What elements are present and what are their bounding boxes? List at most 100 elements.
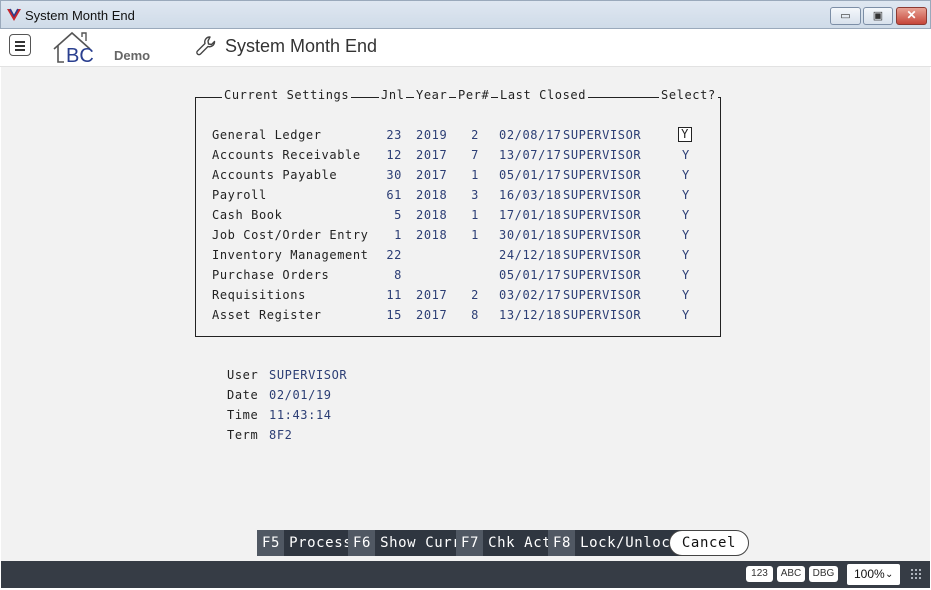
period-number: 1 [471, 168, 479, 182]
zoom-value: 100% [854, 567, 885, 581]
journal-number: 23 [386, 128, 402, 142]
f7-chk-act-button[interactable]: F7 Chk Act [456, 530, 558, 556]
term-label: Term [227, 428, 259, 442]
select-field[interactable]: Y [682, 167, 690, 183]
header-select: Select? [659, 88, 718, 102]
header-last-closed: Last Closed [498, 88, 589, 102]
module-name: Requisitions [212, 288, 306, 302]
period-number: 1 [471, 208, 479, 222]
last-closed-user: SUPERVISOR [563, 268, 642, 282]
title-bar: System Month End ▭ ▣ ✕ [0, 0, 931, 29]
select-field[interactable]: Y [682, 147, 690, 163]
year-value: 2019 [416, 128, 448, 142]
close-button[interactable]: ✕ [896, 7, 927, 25]
last-closed-user: SUPERVISOR [563, 228, 642, 242]
period-number: 2 [471, 128, 479, 142]
f6-label: Show Curr [380, 535, 462, 551]
cancel-button[interactable]: Cancel [669, 530, 749, 556]
header-current-settings: Current Settings [222, 88, 352, 102]
select-field[interactable]: Y [682, 247, 690, 263]
f6-key: F6 [348, 530, 376, 556]
last-closed-date: 16/03/18 [499, 188, 562, 202]
last-closed-date: 02/08/17 [499, 128, 562, 142]
year-value: 2017 [416, 288, 448, 302]
period-number: 3 [471, 188, 479, 202]
maximize-button[interactable]: ▣ [863, 7, 893, 25]
term-value: 8F2 [269, 428, 293, 442]
journal-number: 61 [386, 188, 402, 202]
f7-key: F7 [456, 530, 484, 556]
year-value: 2018 [416, 188, 448, 202]
module-name: Asset Register [212, 308, 322, 322]
wrench-icon [196, 36, 216, 56]
select-field[interactable]: Y [682, 287, 690, 303]
module-name: Purchase Orders [212, 268, 330, 282]
period-number: 2 [471, 288, 479, 302]
select-field[interactable]: Y [678, 127, 692, 142]
f7-label: Chk Act [488, 535, 552, 551]
journal-number: 1 [394, 228, 402, 242]
last-closed-date: 13/07/17 [499, 148, 562, 162]
period-number: 7 [471, 148, 479, 162]
module-name: Accounts Payable [212, 168, 338, 182]
last-closed-user: SUPERVISOR [563, 128, 642, 142]
chevron-down-icon: ⌄ [885, 569, 894, 580]
app-header: BC Demo System Month End [0, 29, 931, 67]
minimize-icon: ▭ [840, 10, 851, 22]
module-name: Accounts Receivable [212, 148, 361, 162]
resize-grip-icon[interactable] [911, 569, 921, 579]
select-field[interactable]: Y [682, 307, 690, 323]
last-closed-date: 03/02/17 [499, 288, 562, 302]
last-closed-date: 05/01/17 [499, 268, 562, 282]
journal-number: 11 [386, 288, 402, 302]
f5-key: F5 [257, 530, 285, 556]
select-field[interactable]: Y [682, 227, 690, 243]
status-bar: 123 ABC DBG 100% ⌄ [1, 561, 930, 588]
journal-number: 8 [394, 268, 402, 282]
select-field[interactable]: Y [682, 187, 690, 203]
select-field[interactable]: Y [682, 267, 690, 283]
period-number: 1 [471, 228, 479, 242]
f8-key: F8 [548, 530, 576, 556]
logo-text: BC [66, 45, 94, 65]
time-label: Time [227, 408, 259, 422]
select-field[interactable]: Y [682, 207, 690, 223]
minimize-button[interactable]: ▭ [830, 7, 861, 25]
date-value: 02/01/19 [269, 388, 332, 402]
zoom-select[interactable]: 100% ⌄ [847, 564, 900, 585]
numeric-mode-badge[interactable]: 123 [746, 566, 773, 582]
user-value: SUPERVISOR [269, 368, 348, 382]
alpha-mode-badge[interactable]: ABC [777, 566, 805, 582]
last-closed-date: 05/01/17 [499, 168, 562, 182]
journal-number: 12 [386, 148, 402, 162]
last-closed-date: 24/12/18 [499, 248, 562, 262]
last-closed-user: SUPERVISOR [563, 148, 642, 162]
last-closed-user: SUPERVISOR [563, 208, 642, 222]
year-value: 2017 [416, 168, 448, 182]
module-name: Cash Book [212, 208, 283, 222]
journal-number: 5 [394, 208, 402, 222]
content-area: Current Settings Jnl Year Per# Last Clos… [1, 67, 930, 561]
last-closed-date: 13/12/18 [499, 308, 562, 322]
debug-mode-badge[interactable]: DBG [809, 566, 838, 582]
last-closed-user: SUPERVISOR [563, 308, 642, 322]
journal-number: 15 [386, 308, 402, 322]
year-value: 2018 [416, 208, 448, 222]
f8-lock-unlock-button[interactable]: F8 Lock/Unlock [548, 530, 686, 556]
company-logo: BC [53, 31, 94, 65]
module-name: General Ledger [212, 128, 322, 142]
f6-show-curr-button[interactable]: F6 Show Curr [348, 530, 468, 556]
last-closed-date: 17/01/18 [499, 208, 562, 222]
last-closed-user: SUPERVISOR [563, 248, 642, 262]
menu-icon [15, 41, 25, 43]
time-value: 11:43:14 [269, 408, 332, 422]
f5-process-button[interactable]: F5 Process [257, 530, 359, 556]
page-title: System Month End [225, 36, 378, 56]
module-name: Job Cost/Order Entry [212, 228, 369, 242]
journal-number: 30 [386, 168, 402, 182]
module-name: Payroll [212, 188, 267, 202]
last-closed-user: SUPERVISOR [563, 168, 642, 182]
hamburger-menu-button[interactable] [9, 34, 31, 56]
logo-demo-label: Demo [114, 48, 151, 63]
year-value: 2017 [416, 308, 448, 322]
